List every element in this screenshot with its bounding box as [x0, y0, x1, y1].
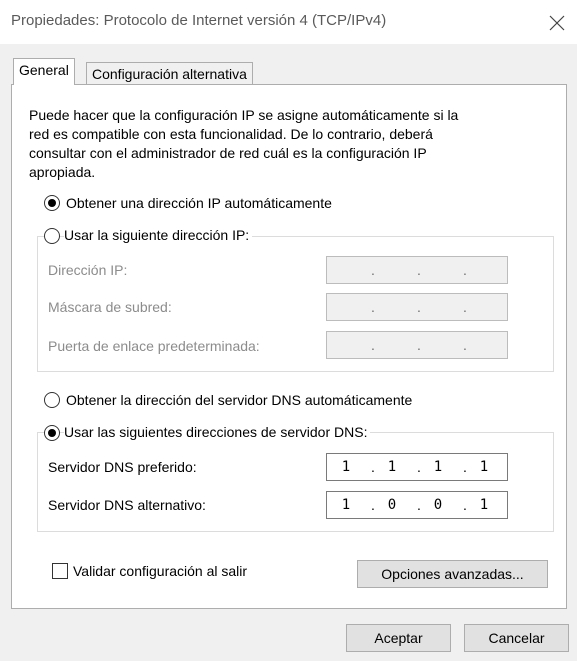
description-line: consultar con el administrador de red cu… — [29, 145, 427, 161]
subnet-mask-input[interactable]: . . . — [326, 293, 508, 321]
default-gateway-label: Puerta de enlace predeterminada: — [48, 338, 260, 354]
radio-dns-manual-label[interactable]: Usar las siguientes direcciones de servi… — [64, 424, 371, 440]
radio-dns-manual[interactable] — [44, 425, 60, 441]
tab-configuracion-alternativa[interactable]: Configuración alternativa — [86, 62, 253, 86]
radio-ip-manual-label[interactable]: Usar la siguiente dirección IP: — [64, 227, 253, 243]
close-icon — [549, 15, 565, 31]
ok-button[interactable]: Aceptar — [346, 624, 451, 652]
radio-ip-manual[interactable] — [44, 228, 60, 244]
preferred-dns-label: Servidor DNS preferido: — [48, 459, 197, 475]
validate-on-exit-label[interactable]: Validar configuración al salir — [73, 563, 247, 579]
title-bar: Propiedades: Protocolo de Internet versi… — [0, 0, 577, 44]
radio-dns-automatic[interactable] — [44, 392, 60, 408]
close-button[interactable] — [540, 8, 574, 38]
description-line: red es compatible con esta funcionalidad… — [29, 126, 433, 142]
description-text: Puede hacer que la configuración IP se a… — [29, 106, 539, 182]
subnet-mask-label: Máscara de subred: — [48, 299, 172, 315]
alternate-dns-label: Servidor DNS alternativo: — [48, 497, 206, 513]
description-line: Puede hacer que la configuración IP se a… — [29, 107, 459, 123]
ip-address-label: Dirección IP: — [48, 262, 128, 278]
default-gateway-input[interactable]: . . . — [326, 331, 508, 359]
description-line: apropiada. — [29, 164, 96, 180]
radio-ip-automatic[interactable] — [44, 195, 60, 211]
tab-general[interactable]: General — [13, 58, 75, 85]
validate-on-exit-checkbox[interactable] — [52, 563, 68, 579]
radio-dns-automatic-label[interactable]: Obtener la dirección del servidor DNS au… — [66, 392, 412, 408]
alternate-dns-input[interactable]: 1 . 0 . 0 . 1 — [326, 491, 508, 519]
radio-ip-automatic-label[interactable]: Obtener una dirección IP automáticamente — [66, 195, 332, 211]
preferred-dns-input[interactable]: 1 . 1 . 1 . 1 — [326, 453, 508, 481]
window-title: Propiedades: Protocolo de Internet versi… — [11, 12, 387, 29]
cancel-button[interactable]: Cancelar — [464, 624, 569, 652]
ip-address-input[interactable]: . . . — [326, 256, 508, 284]
advanced-options-button[interactable]: Opciones avanzadas... — [357, 560, 548, 588]
